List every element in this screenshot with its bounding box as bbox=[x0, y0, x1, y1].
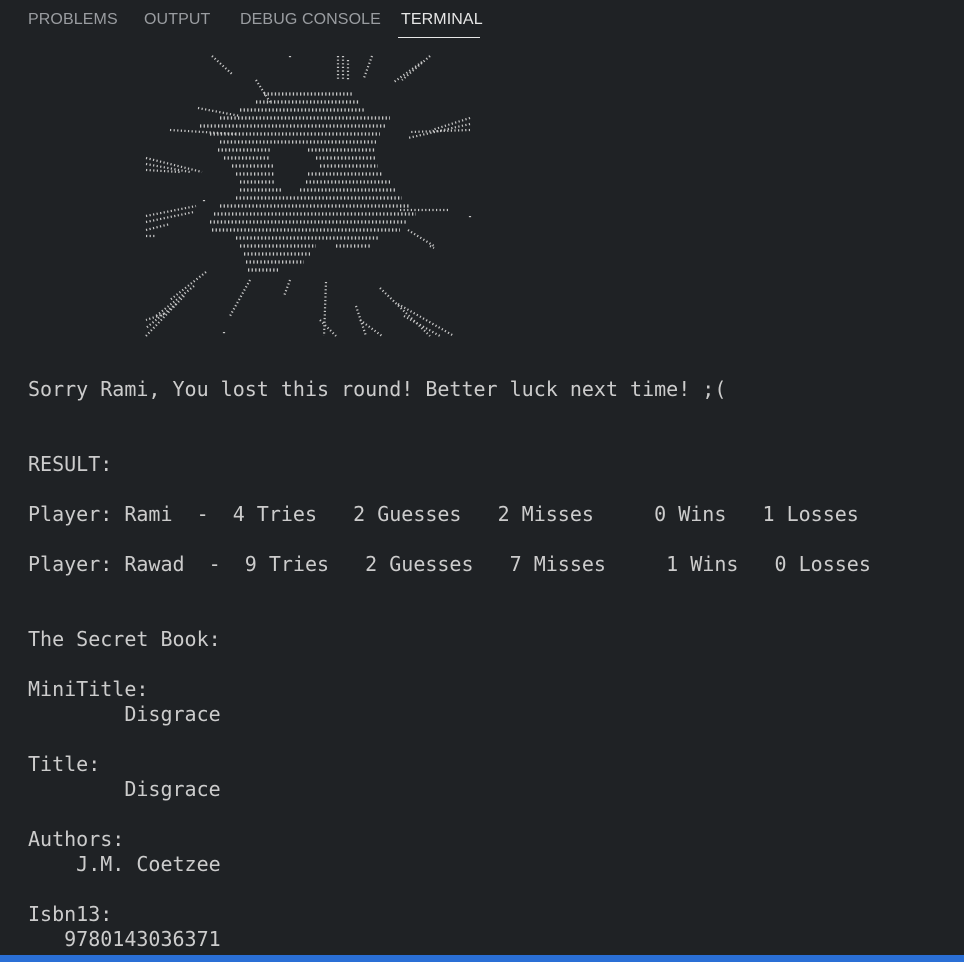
tab-terminal[interactable]: TERMINAL bbox=[401, 11, 483, 29]
terminal-minititle-value: Disgrace bbox=[28, 702, 221, 726]
terminal-isbn-value: 9780143036371 bbox=[28, 927, 221, 951]
terminal-title-label: Title: bbox=[28, 752, 101, 776]
tab-output[interactable]: OUTPUT bbox=[144, 11, 210, 29]
terminal-minititle-label: MiniTitle: bbox=[28, 677, 149, 701]
active-tab-indicator bbox=[398, 37, 480, 38]
terminal-lose-message: Sorry Rami, You lost this round! Better … bbox=[28, 377, 727, 401]
terminal-player-row: Player: Rami - 4 Tries 2 Guesses 2 Misse… bbox=[28, 502, 859, 526]
terminal-authors-value: J.M. Coetzee bbox=[28, 852, 221, 876]
terminal-result-heading: RESULT: bbox=[28, 452, 113, 476]
terminal-player-row: Player: Rawad - 9 Tries 2 Guesses 7 Miss… bbox=[28, 552, 871, 576]
panel-tabs: PROBLEMS OUTPUT DEBUG CONSOLE TERMINAL bbox=[0, 0, 964, 40]
terminal-isbn-label: Isbn13: bbox=[28, 902, 113, 926]
terminal-title-value: Disgrace bbox=[28, 777, 221, 801]
terminal-authors-label: Authors: bbox=[28, 827, 125, 851]
status-bar bbox=[0, 955, 964, 962]
tab-problems[interactable]: PROBLEMS bbox=[28, 11, 118, 29]
terminal-book-heading: The Secret Book: bbox=[28, 627, 221, 651]
splat-ascii-art bbox=[145, 55, 472, 337]
tab-debug-console[interactable]: DEBUG CONSOLE bbox=[240, 11, 381, 29]
